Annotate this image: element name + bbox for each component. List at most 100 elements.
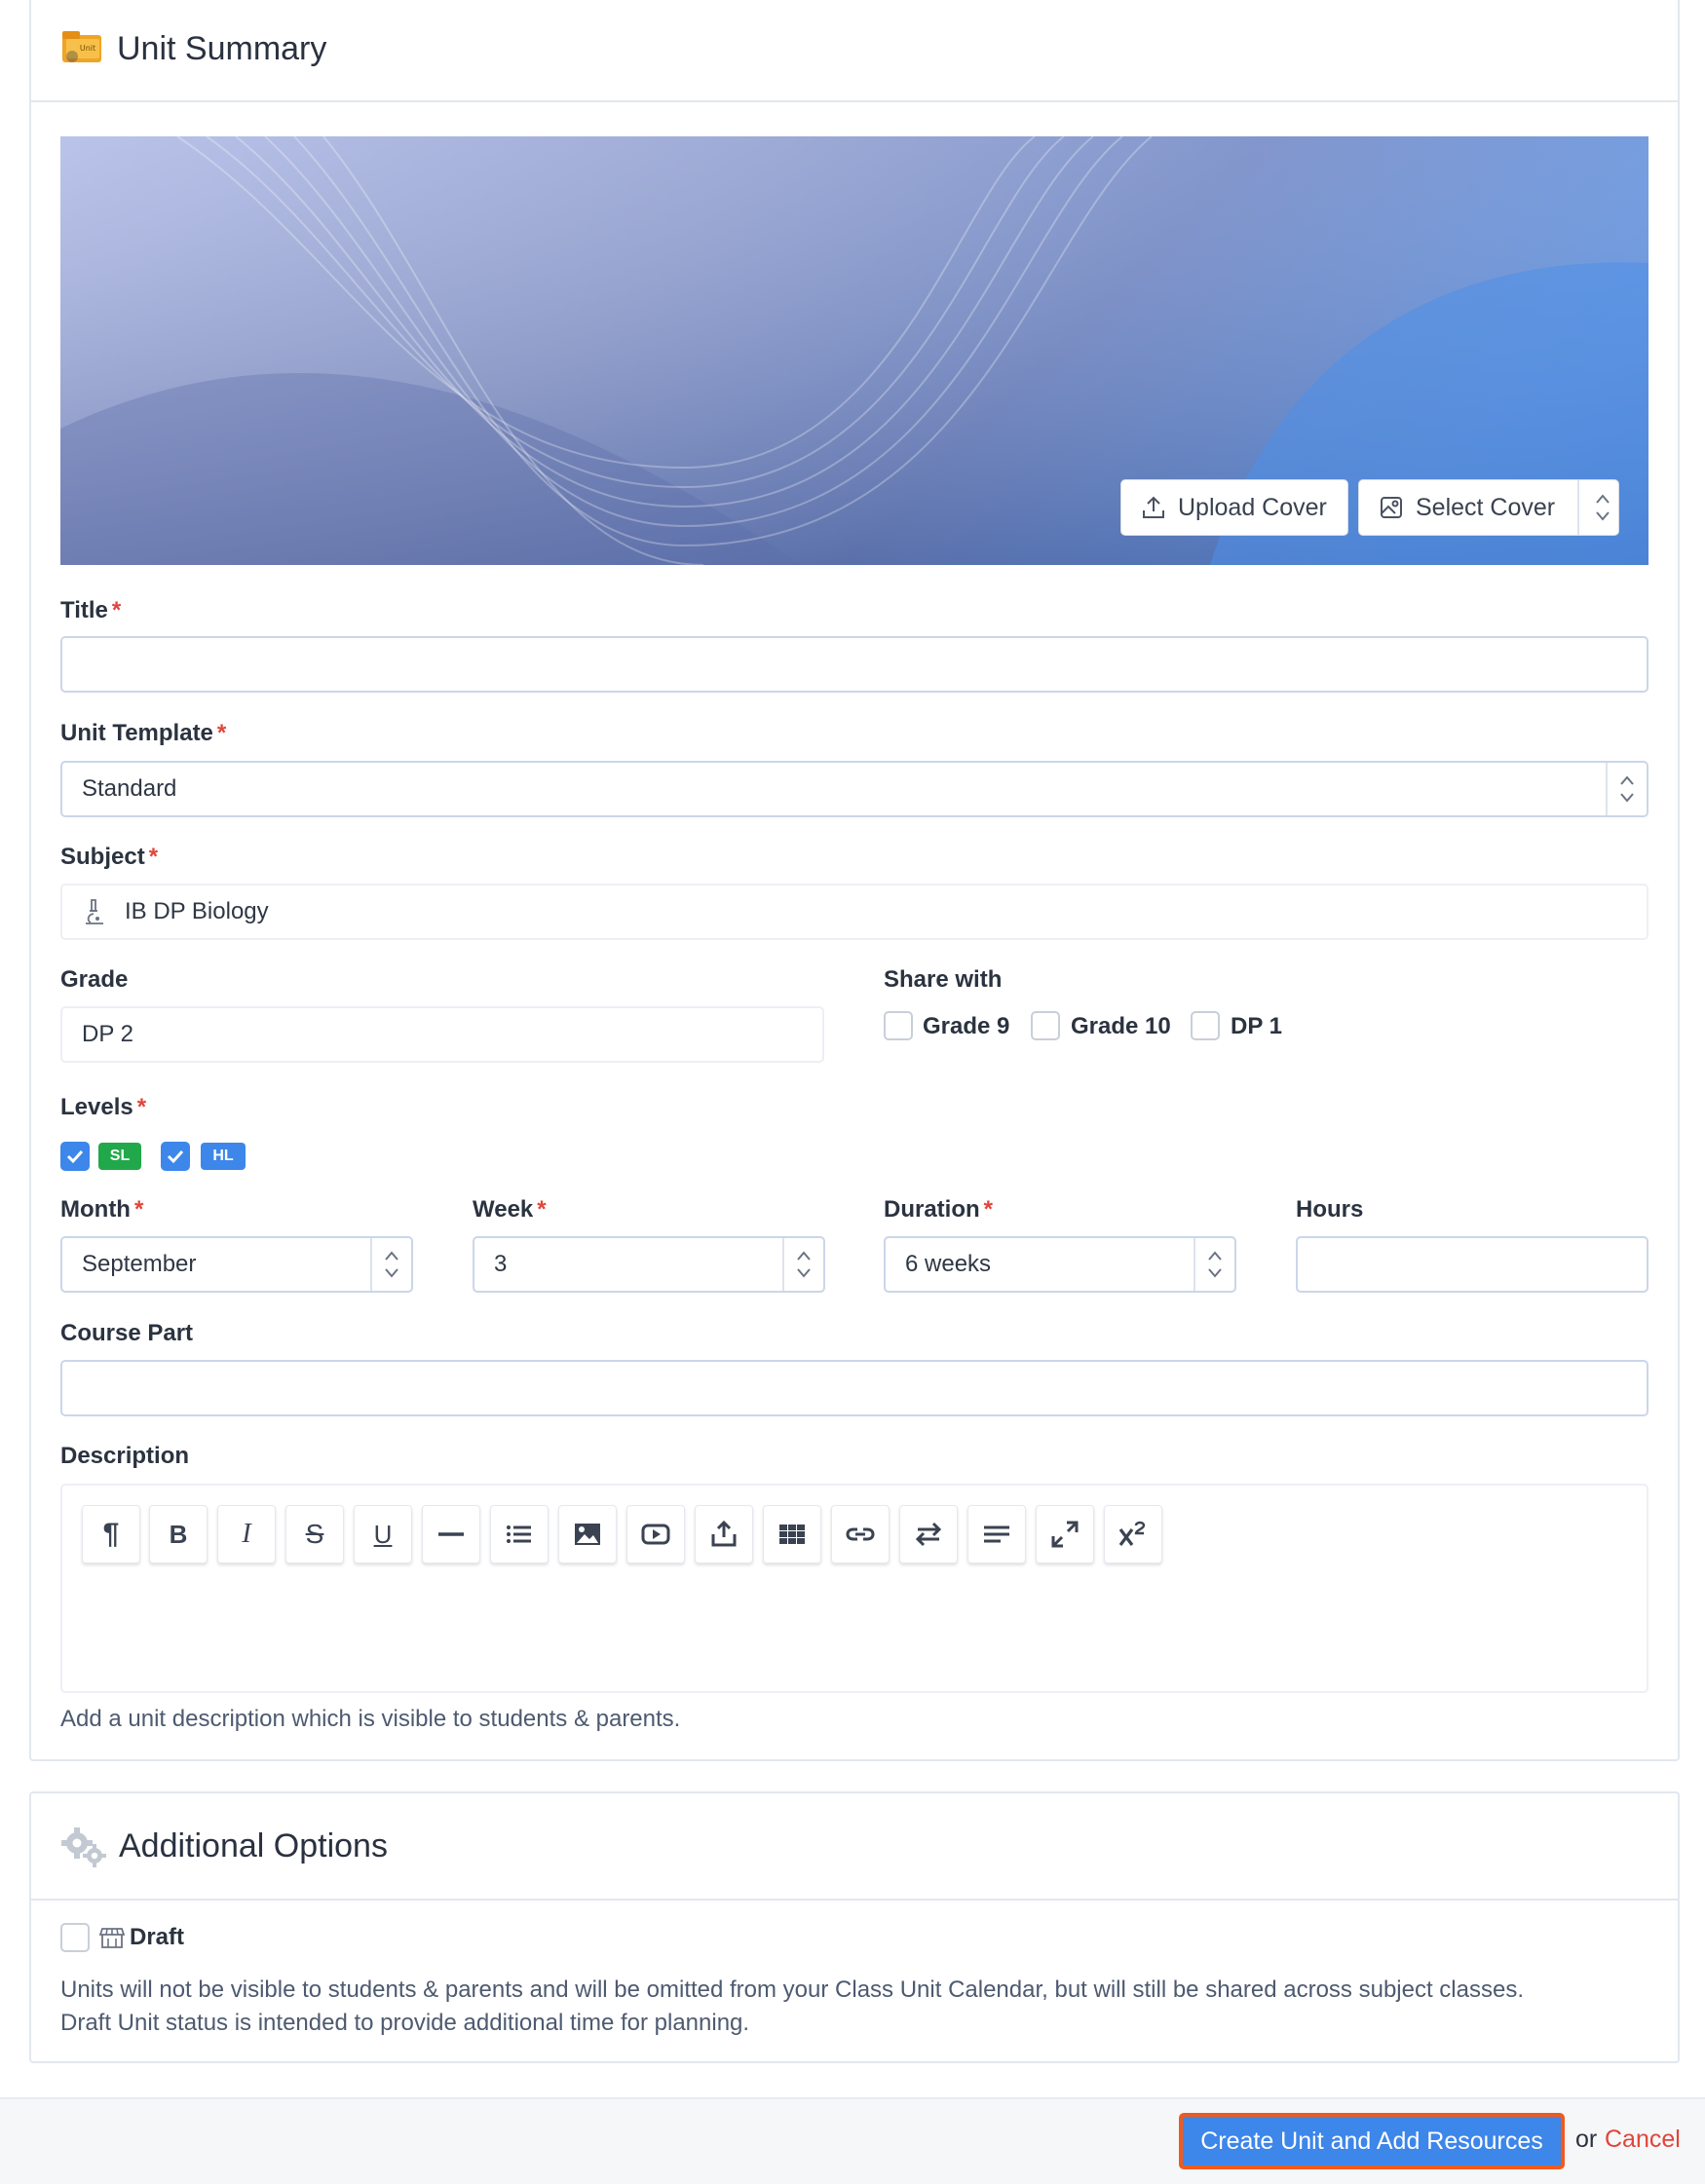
unit-template-chevrons bbox=[1606, 763, 1647, 815]
swap-icon bbox=[915, 1522, 942, 1547]
subject-field: IB DP Biology bbox=[60, 884, 1648, 940]
level-sl-checkbox[interactable] bbox=[60, 1142, 90, 1171]
subject-value: IB DP Biology bbox=[125, 898, 269, 924]
align-button[interactable] bbox=[967, 1505, 1026, 1563]
share-grade10-label: Grade 10 bbox=[1071, 1013, 1171, 1039]
upload-button[interactable] bbox=[695, 1505, 753, 1563]
unit-template-value: Standard bbox=[82, 775, 177, 802]
draft-icon bbox=[98, 1928, 126, 1948]
week-value: 3 bbox=[494, 1251, 508, 1277]
check-icon bbox=[167, 1149, 184, 1164]
unit-template-label: Unit Template * bbox=[60, 720, 227, 746]
link-icon bbox=[846, 1527, 875, 1541]
table-icon bbox=[779, 1525, 805, 1544]
video-button[interactable] bbox=[626, 1505, 685, 1563]
additional-options-title: Additional Options bbox=[119, 1826, 388, 1864]
image-button[interactable] bbox=[558, 1505, 617, 1563]
month-chevrons bbox=[370, 1238, 411, 1291]
list-icon bbox=[507, 1525, 531, 1543]
italic-icon: I bbox=[242, 1519, 251, 1549]
week-select[interactable]: 3 bbox=[473, 1236, 825, 1293]
strikethrough-button[interactable]: S bbox=[285, 1505, 344, 1563]
paragraph-icon: ¶ bbox=[102, 1518, 120, 1550]
superscript-icon bbox=[1118, 1521, 1146, 1546]
italic-button[interactable]: I bbox=[217, 1505, 276, 1563]
share-grade9-label: Grade 9 bbox=[923, 1013, 1010, 1039]
duration-chevrons bbox=[1194, 1238, 1234, 1291]
hours-label: Hours bbox=[1296, 1196, 1364, 1223]
chevron-updown-icon bbox=[1596, 494, 1610, 521]
share-grade10-checkbox[interactable] bbox=[1031, 1011, 1060, 1040]
paragraph-button[interactable]: ¶ bbox=[82, 1505, 140, 1563]
upload-cover-button[interactable]: Upload Cover bbox=[1120, 479, 1348, 536]
hours-input[interactable] bbox=[1296, 1236, 1648, 1293]
bold-icon: B bbox=[169, 1519, 188, 1549]
level-sl-badge: SL bbox=[98, 1143, 141, 1170]
check-icon bbox=[66, 1149, 84, 1164]
duration-select[interactable]: 6 weeks bbox=[884, 1236, 1236, 1293]
course-part-label: Course Part bbox=[60, 1320, 194, 1346]
description-help-text: Add a unit description which is visible … bbox=[60, 1706, 681, 1732]
upload-icon bbox=[1143, 496, 1164, 518]
duration-value: 6 weeks bbox=[905, 1251, 992, 1277]
subject-label: Subject * bbox=[60, 844, 159, 870]
video-icon bbox=[641, 1524, 670, 1545]
duration-label: Duration * bbox=[884, 1196, 994, 1223]
level-hl-badge: HL bbox=[201, 1143, 246, 1170]
level-hl-checkbox[interactable] bbox=[161, 1142, 190, 1171]
upload-cover-label: Upload Cover bbox=[1178, 493, 1327, 521]
strikethrough-icon: S bbox=[305, 1519, 324, 1549]
draft-help-line1: Units will not be visible to students & … bbox=[60, 1977, 1525, 2003]
upload-icon bbox=[711, 1520, 737, 1547]
select-cover-button[interactable]: Select Cover bbox=[1358, 479, 1619, 536]
swap-button[interactable] bbox=[899, 1505, 958, 1563]
select-cover-label: Select Cover bbox=[1416, 493, 1556, 521]
svg-text:Unit: Unit bbox=[80, 44, 95, 53]
share-grade9-checkbox[interactable] bbox=[884, 1011, 913, 1040]
share-dp1-checkbox[interactable] bbox=[1191, 1011, 1220, 1040]
gears-icon bbox=[61, 1827, 106, 1867]
image-icon bbox=[1381, 497, 1402, 518]
month-label: Month * bbox=[60, 1196, 144, 1223]
unit-summary-header: Unit Unit Summary bbox=[31, 0, 1678, 102]
draft-help-line2: Draft Unit status is intended to provide… bbox=[60, 2010, 750, 2036]
draft-label: Draft bbox=[130, 1924, 185, 1950]
unit-plans-icon: Unit bbox=[60, 27, 105, 71]
horizontal-rule-icon bbox=[438, 1532, 464, 1536]
title-input[interactable] bbox=[60, 636, 1648, 693]
share-dp1-label: DP 1 bbox=[1231, 1013, 1282, 1039]
levels-label: Levels * bbox=[60, 1094, 147, 1120]
underline-button[interactable]: U bbox=[354, 1505, 412, 1563]
microscope-icon bbox=[86, 899, 103, 924]
chevron-updown-icon bbox=[1208, 1251, 1222, 1278]
list-button[interactable] bbox=[490, 1505, 549, 1563]
month-select[interactable]: September bbox=[60, 1236, 413, 1293]
fullscreen-icon bbox=[1051, 1521, 1079, 1548]
align-icon bbox=[984, 1525, 1009, 1543]
bold-button[interactable]: B bbox=[149, 1505, 208, 1563]
grade-label: Grade bbox=[60, 966, 129, 993]
page-title: Unit Summary bbox=[117, 30, 327, 67]
create-unit-button[interactable]: Create Unit and Add Resources bbox=[1179, 2113, 1565, 2169]
or-text: or bbox=[1575, 2126, 1598, 2153]
title-label: Title * bbox=[60, 597, 122, 623]
draft-checkbox[interactable] bbox=[60, 1923, 90, 1952]
additional-options-header: Additional Options bbox=[31, 1793, 1678, 1901]
grade-field: DP 2 bbox=[60, 1006, 824, 1063]
description-label: Description bbox=[60, 1443, 190, 1469]
superscript-button[interactable] bbox=[1104, 1505, 1162, 1563]
chevron-updown-icon bbox=[385, 1251, 398, 1278]
unit-template-select[interactable]: Standard bbox=[60, 761, 1648, 817]
course-part-input[interactable] bbox=[60, 1360, 1648, 1416]
image-icon bbox=[575, 1524, 600, 1545]
cover-image: Upload Cover Select Cover bbox=[60, 136, 1648, 565]
horizontal-rule-button[interactable] bbox=[422, 1505, 480, 1563]
cancel-link[interactable]: Cancel bbox=[1605, 2126, 1681, 2154]
chevron-updown-icon bbox=[797, 1251, 811, 1278]
select-cover-chevrons[interactable] bbox=[1577, 480, 1618, 535]
fullscreen-button[interactable] bbox=[1036, 1505, 1094, 1563]
link-button[interactable] bbox=[831, 1505, 890, 1563]
table-button[interactable] bbox=[763, 1505, 821, 1563]
month-value: September bbox=[82, 1251, 197, 1277]
share-with-label: Share with bbox=[884, 966, 1003, 993]
